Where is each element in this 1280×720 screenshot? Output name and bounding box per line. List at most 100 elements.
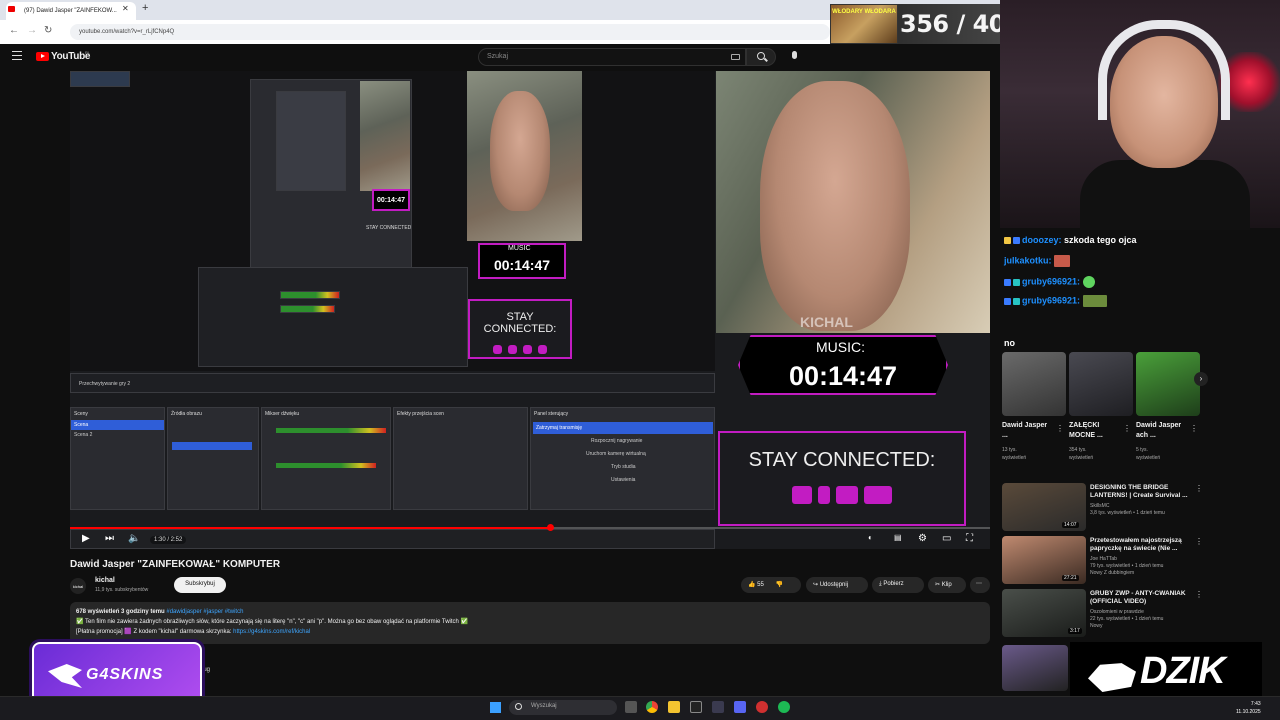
short-thumbnail[interactable] bbox=[1069, 352, 1133, 416]
subtitles-icon[interactable]: ▤ bbox=[894, 533, 902, 542]
youtube-logo-icon[interactable] bbox=[36, 52, 49, 61]
clock-date: 11.10.2025 bbox=[1236, 709, 1261, 715]
short-title[interactable]: Dawid Jasper ach ... bbox=[1136, 421, 1186, 441]
social-row bbox=[720, 486, 964, 510]
channel-subscribers: 11,9 tys. subskrybentów bbox=[95, 587, 149, 593]
discord-icon[interactable] bbox=[734, 701, 746, 713]
video-stats: 79 tys. wyświetleń • 1 dzień temu bbox=[1090, 563, 1164, 569]
search-input[interactable]: Szukaj bbox=[478, 48, 746, 66]
settings-gear-icon[interactable]: ⚙ bbox=[918, 533, 927, 544]
reload-icon[interactable]: ↻ bbox=[44, 25, 52, 36]
nested-meter bbox=[280, 291, 340, 299]
video-title[interactable]: Przetestowałem najostrzejszą papryczkę n… bbox=[1090, 537, 1190, 553]
channel-avatar[interactable]: kichal bbox=[70, 578, 86, 594]
dislike-icon[interactable]: 👎 bbox=[776, 582, 783, 588]
video-channel[interactable]: SkillsMC bbox=[1090, 503, 1200, 510]
theater-mode-icon[interactable]: ▭ bbox=[942, 533, 951, 544]
obs-scenes-header: Sceny bbox=[74, 411, 88, 417]
obs-scene-2: Scena 2 bbox=[74, 432, 93, 438]
like-dislike-group[interactable]: 👍 55 👎 bbox=[741, 577, 801, 593]
video-title[interactable]: GRUBY ZWP - ANTY-CWANIAK (OFFICIAL VIDEO… bbox=[1090, 590, 1190, 606]
desc-line-2: ✅ Ten film nie zawiera żadnych obraźliwy… bbox=[76, 619, 469, 625]
short-title[interactable]: ZAŁĘCKI MOCNE ... bbox=[1069, 421, 1119, 441]
browser-tab[interactable]: (97) Dawid Jasper "ZAINFEKOW... bbox=[6, 2, 136, 20]
progress-scrubber[interactable] bbox=[547, 524, 554, 531]
back-icon[interactable]: ← bbox=[9, 25, 19, 36]
channel-name[interactable]: kichal bbox=[95, 577, 115, 584]
description-box[interactable]: 678 wyświetleń 3 godziny temu #dawidjasp… bbox=[70, 602, 990, 644]
keyboard-icon[interactable] bbox=[731, 54, 740, 60]
chat-overlay bbox=[1000, 228, 1280, 353]
obs-icon[interactable] bbox=[712, 701, 724, 713]
new-tab-icon[interactable]: + bbox=[142, 2, 148, 14]
video-channel[interactable]: Joe HaTTab bbox=[1090, 556, 1200, 563]
chat-text: szkoda tego ojca bbox=[1064, 235, 1137, 245]
more-vert-icon[interactable]: ⋮ bbox=[1123, 424, 1131, 433]
shorts-next-icon[interactable]: › bbox=[1194, 372, 1208, 386]
desc-promo-text: [Płatna promocja] 🟪 Z kodem "kichal" dar… bbox=[76, 629, 234, 635]
app-icon[interactable] bbox=[756, 701, 768, 713]
short-thumbnail[interactable] bbox=[1136, 352, 1200, 416]
twitter-icon bbox=[523, 345, 532, 354]
emote-icon bbox=[1054, 255, 1071, 267]
close-tab-icon[interactable]: ✕ bbox=[122, 4, 129, 13]
hamburger-menu-icon[interactable] bbox=[12, 51, 22, 60]
obs-scene-1: Scena bbox=[71, 420, 164, 430]
small-stay-connected-box: STAY CONNECTED: bbox=[468, 299, 572, 359]
nested-obs-panels bbox=[198, 267, 468, 367]
more-vert-icon[interactable]: ⋮ bbox=[1190, 424, 1198, 433]
more-vert-icon[interactable]: ⋮ bbox=[1195, 590, 1203, 599]
video-channel[interactable]: Oszołomieni w prawdzie bbox=[1090, 609, 1200, 616]
video-meta: Joe HaTTab 79 tys. wyświetleń • 1 dzień t… bbox=[1090, 556, 1200, 577]
short-title[interactable]: Dawid Jasper ... bbox=[1002, 421, 1052, 441]
short-thumbnail[interactable] bbox=[1002, 352, 1066, 416]
badge-icon bbox=[1013, 278, 1020, 286]
share-button[interactable]: ↪ Udostępnij bbox=[806, 577, 868, 593]
badge-icon bbox=[1004, 297, 1011, 305]
app-icon[interactable] bbox=[690, 701, 702, 713]
chat-user: gruby696921: bbox=[1022, 276, 1081, 287]
taskbar-search-input[interactable]: Wyszukaj bbox=[509, 700, 617, 715]
next-icon[interactable]: ⏭ bbox=[105, 533, 114, 544]
clock[interactable]: 7:43 11.10.2025 bbox=[1236, 700, 1261, 716]
spotify-icon[interactable] bbox=[778, 701, 790, 713]
video-title[interactable]: DESIGNING THE BRIDGE LANTERNS! | Create … bbox=[1090, 484, 1190, 500]
task-view-icon[interactable] bbox=[625, 701, 637, 713]
video-badge: Nowy Z dubbingiem bbox=[1090, 570, 1135, 576]
chat-message: julkakotku: bbox=[1004, 255, 1072, 267]
more-vert-icon[interactable]: ⋮ bbox=[1195, 484, 1203, 493]
forward-icon[interactable]: → bbox=[27, 25, 37, 36]
chrome-icon[interactable] bbox=[646, 701, 658, 713]
autoplay-toggle[interactable]: ◐ bbox=[868, 533, 873, 542]
volume-icon[interactable]: 🔈 bbox=[128, 533, 140, 544]
download-button[interactable]: ⤓ Pobierz bbox=[872, 577, 924, 593]
chat-message: dooozey: szkoda tego ojca bbox=[1004, 235, 1137, 245]
share-label: Udostępnij bbox=[819, 582, 849, 588]
microphone-icon[interactable] bbox=[792, 51, 797, 59]
chat-user: dooozey: bbox=[1022, 235, 1062, 245]
like-icon[interactable]: 👍 bbox=[748, 582, 757, 588]
chat-user: gruby696921: bbox=[1022, 295, 1081, 306]
file-explorer-icon[interactable] bbox=[668, 701, 680, 713]
more-vert-icon[interactable]: ⋮ bbox=[1056, 424, 1064, 433]
obs-sources-header: Źródła obrazu bbox=[171, 411, 202, 417]
search-icon[interactable] bbox=[757, 52, 765, 60]
play-icon[interactable]: ▶ bbox=[82, 533, 90, 544]
desc-promo-link[interactable]: https://g4skins.com/ref/kichal bbox=[233, 629, 310, 635]
video-player[interactable]: 00:14:47 STAY CONNECTED 00:14:47 MUSIC S… bbox=[70, 71, 990, 549]
clip-button[interactable]: ✂ Klip bbox=[928, 577, 966, 593]
more-actions-button[interactable]: ⋯ bbox=[970, 577, 990, 593]
obs-stream-button: Zatrzymaj transmisję bbox=[533, 422, 713, 434]
more-vert-icon[interactable]: ⋮ bbox=[1195, 537, 1203, 546]
desc-tags[interactable]: #dawidjasper #jasper #twitch bbox=[166, 609, 243, 615]
video-thumbnail[interactable] bbox=[1002, 645, 1068, 691]
fullscreen-icon[interactable]: ⛶ bbox=[966, 533, 973, 544]
twitch-icon bbox=[792, 486, 812, 504]
obs-controls-dock: Panel sterujący Zatrzymaj transmisję Roz… bbox=[530, 407, 715, 510]
windows-start-icon[interactable] bbox=[490, 702, 501, 713]
youtube-icon bbox=[864, 486, 892, 504]
obs-controls-header: Panel sterujący bbox=[534, 411, 569, 417]
subscribe-button[interactable]: Subskrybuj bbox=[174, 577, 226, 593]
nested-screen-inner bbox=[276, 91, 346, 191]
url-input[interactable]: youtube.com/watch?v=r_rLjfCNp4Q bbox=[70, 24, 830, 40]
